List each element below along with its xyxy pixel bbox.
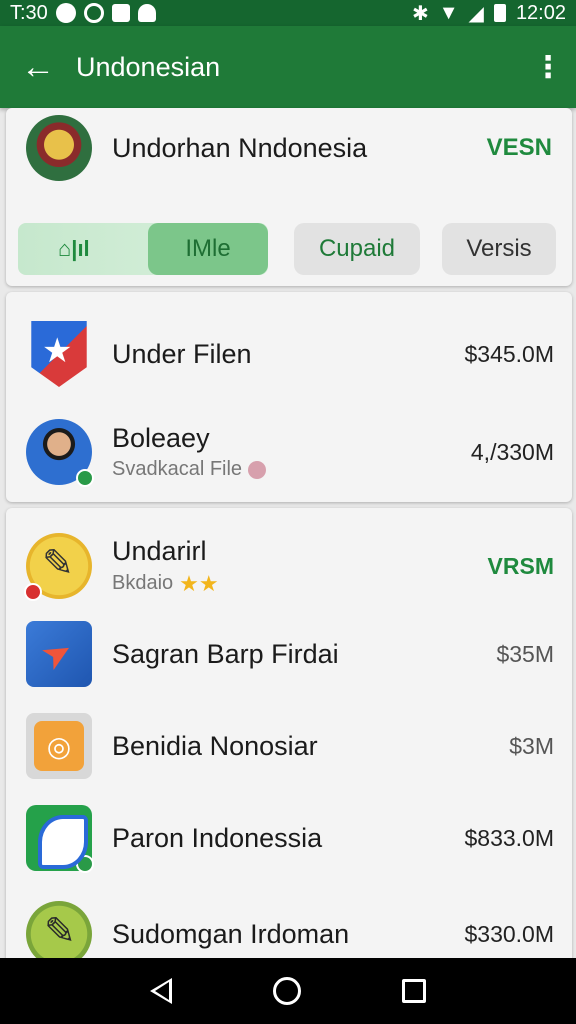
list-item[interactable]: ◎ Benidia Nonosiar $3M (6, 698, 572, 794)
tab-cupaid-label: Cupaid (318, 235, 396, 262)
item-title: Sudomgan Irdoman (112, 918, 350, 949)
page-title: Undonesian (76, 51, 221, 82)
verified-badge-icon (76, 855, 94, 873)
timer-icon: ◎ (26, 713, 92, 779)
item-value: $330.0M (464, 920, 554, 947)
signal-icon: ◢ (468, 2, 484, 25)
status-time: 12:02 (515, 1, 566, 24)
garuda-emblem-icon (26, 115, 92, 181)
online-badge-icon (76, 469, 94, 487)
tab-bar: ⌂|ıl IMle Cupaid Versis (18, 222, 558, 276)
item-value: $833.0M (464, 824, 554, 851)
info-dot-icon (248, 460, 267, 479)
header-row: Undorhan Nndonesia VESN (6, 108, 572, 188)
item-value: 4,/330M (470, 438, 554, 465)
tab-versis-label: Versis (466, 235, 532, 262)
home-icon: ⌂|ıl (58, 236, 90, 261)
tab-versis[interactable]: Versis (442, 223, 556, 275)
item-title: Benidia Nonosiar (112, 730, 318, 761)
battery-icon (493, 4, 506, 22)
system-nav-bar (0, 958, 576, 1024)
tab-cupaid[interactable]: Cupaid (294, 223, 420, 275)
item-value: $3M (509, 732, 554, 759)
nav-recents-icon[interactable] (401, 979, 426, 1003)
tab-home[interactable]: ⌂|ıl IMle (18, 223, 268, 275)
app-icon (111, 4, 130, 22)
status-bar: T:30 ✱ ▼ ◢ 12:02 (0, 0, 576, 26)
header-name: Undorhan Nndonesia (112, 132, 368, 163)
item-value: $345.0M (464, 340, 554, 367)
list-item[interactable]: Under Filen $345.0M (6, 306, 572, 402)
list-item[interactable]: Undarirl Bkdaio ★★ VRSM (6, 518, 572, 614)
item-value: VRSM (487, 552, 554, 579)
item-subtitle: Svadkacal File (112, 458, 243, 480)
person-avatar-icon (26, 419, 94, 487)
header-card: Undorhan Nndonesia VESN ⌂|ıl IMle Cupaid… (6, 108, 572, 286)
item-title: Boleaey (112, 423, 210, 453)
item-value: $35M (496, 640, 554, 667)
bluetooth-icon: ✱ (411, 2, 429, 25)
app-bar: ← Undonesian ⋮ (0, 26, 576, 108)
item-title: Sagran Barp Firdai (112, 638, 339, 669)
cat-icon (137, 4, 156, 22)
item-title: Undarirl (112, 535, 207, 566)
flag-star-icon (31, 321, 87, 387)
tab-imle-label: IMle (185, 235, 231, 262)
header-tag: VESN (486, 134, 552, 161)
status-left-text: T:30 (10, 1, 48, 24)
item-title: Paron Indonessia (112, 822, 323, 853)
paper-plane-icon (26, 621, 92, 687)
alert-badge-icon (24, 583, 42, 601)
more-vertical-icon[interactable]: ⋮ (520, 26, 576, 108)
arrow-left-icon[interactable]: ← (0, 26, 76, 108)
tab-imle[interactable]: IMle (148, 223, 268, 275)
rating-stars-icon: ★★ (179, 570, 219, 596)
sync-icon (83, 3, 104, 23)
list-group-2: Undarirl Bkdaio ★★ VRSM Sagran Barp Fird… (6, 508, 572, 978)
pen-icon (24, 533, 92, 601)
notification-dot-icon (55, 3, 76, 23)
list-item[interactable]: Sagran Barp Firdai $35M (6, 606, 572, 702)
leaf-icon (26, 805, 94, 873)
wifi-icon: ▼ (438, 1, 459, 24)
list-item[interactable]: Boleaey Svadkacal File 4,/330M (6, 404, 572, 500)
item-title: Under Filen (112, 338, 252, 369)
nav-home-icon[interactable] (272, 977, 301, 1005)
item-subtitle: Bkdaio (112, 572, 174, 594)
nav-back-icon[interactable] (150, 978, 173, 1004)
list-item[interactable]: Paron Indonessia $833.0M (6, 790, 572, 886)
list-group-1: Under Filen $345.0M Boleaey Svadkacal Fi… (6, 292, 572, 502)
